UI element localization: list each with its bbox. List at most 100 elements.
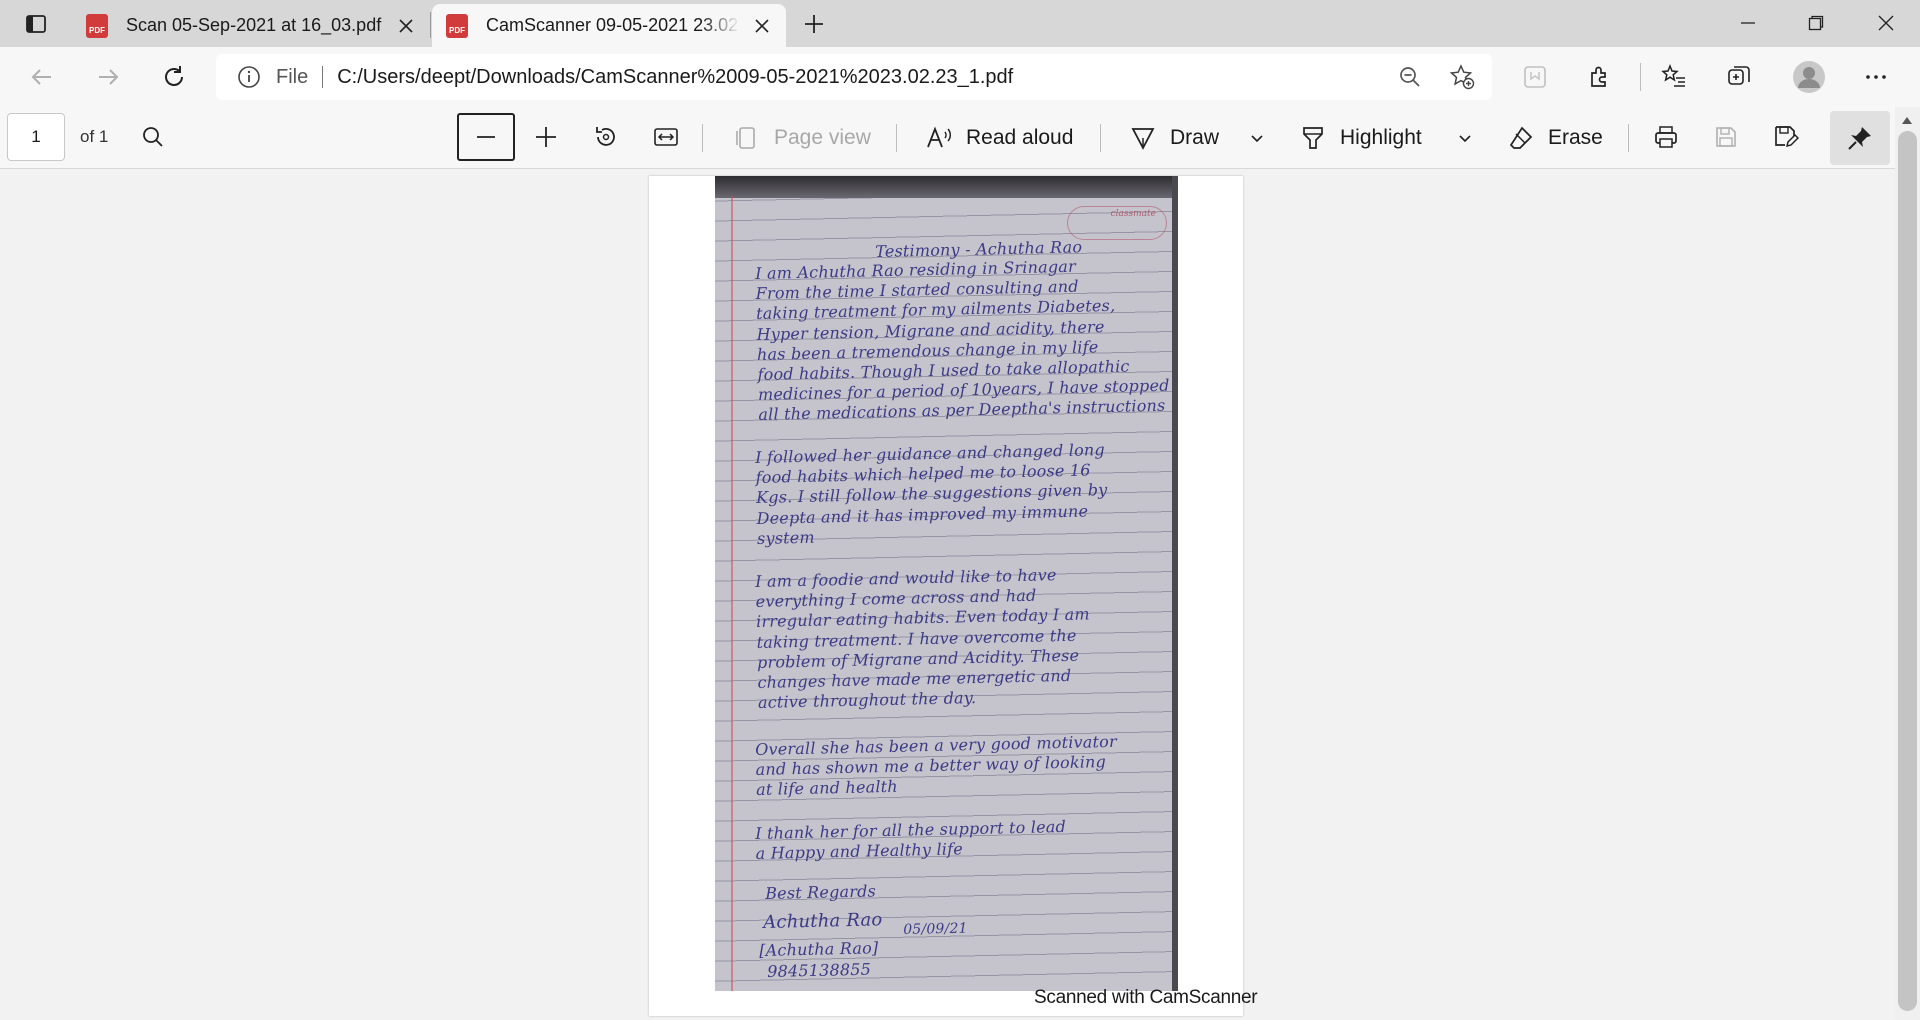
save-as-icon: [1773, 124, 1799, 150]
back-button[interactable]: [26, 61, 58, 93]
minimize-button[interactable]: [1720, 2, 1776, 44]
collections-button[interactable]: [1723, 61, 1755, 93]
scanned-letter-image: classmate Testimony - Achutha Rao I am A…: [715, 176, 1178, 991]
pdf-file-icon: PDF: [446, 13, 468, 38]
toolbar-divider: [702, 124, 703, 152]
puzzle-icon: [1587, 64, 1613, 90]
close-tab-button[interactable]: [752, 16, 772, 36]
highlight-button[interactable]: Highlight: [1298, 116, 1422, 160]
collections-icon: [1726, 64, 1752, 90]
search-icon: [141, 125, 165, 149]
draw-options-dropdown[interactable]: [1248, 129, 1266, 147]
plus-icon: [534, 125, 558, 149]
tab-actions-menu[interactable]: [16, 10, 56, 38]
favorites-button[interactable]: [1658, 61, 1690, 93]
info-icon[interactable]: [236, 64, 262, 90]
arrow-right-icon: [95, 64, 121, 90]
close-icon: [1878, 15, 1894, 31]
pdf-file-icon: PDF: [86, 13, 108, 38]
toolbar-divider: [1640, 63, 1641, 91]
extension-button-disabled[interactable]: [1519, 61, 1551, 93]
scan-dark-border: [715, 176, 1178, 198]
rotate-button[interactable]: [591, 122, 621, 152]
more-horizontal-icon: [1863, 64, 1889, 90]
pdf-viewer[interactable]: classmate Testimony - Achutha Rao I am A…: [0, 169, 1895, 1020]
letter-paragraph-1: I am Achutha Rao residing in Srinagar Fr…: [755, 256, 1170, 425]
restore-icon: [1808, 15, 1824, 31]
read-aloud-icon: [924, 123, 954, 153]
pdf-page: classmate Testimony - Achutha Rao I am A…: [649, 176, 1258, 1016]
close-tab-button[interactable]: [396, 16, 416, 36]
vertical-scrollbar[interactable]: [1895, 107, 1920, 1020]
pin-toolbar-button[interactable]: [1830, 111, 1890, 165]
highlight-label: Highlight: [1340, 126, 1422, 149]
address-divider: [322, 66, 324, 88]
letter-paragraph-3: I am a foodie and would like to have eve…: [755, 565, 1090, 713]
chevron-down-icon: [1458, 131, 1472, 145]
find-button[interactable]: [138, 122, 168, 152]
tab-scan-pdf[interactable]: PDF Scan 05-Sep-2021 at 16_03.pdf: [72, 4, 430, 47]
page-total: of 1: [80, 127, 109, 146]
add-favorite-icon[interactable]: [1448, 63, 1476, 91]
draw-button[interactable]: Draw: [1128, 116, 1219, 160]
letter-paragraph-2: I followed her guidance and changed long…: [755, 440, 1108, 548]
eraser-icon: [1506, 123, 1536, 153]
tab-camscanner-pdf[interactable]: PDF CamScanner 09-05-2021 23.02.23_1.pdf: [432, 4, 786, 47]
profile-button[interactable]: [1791, 59, 1827, 95]
read-aloud-button[interactable]: Read aloud: [924, 116, 1073, 160]
toolbar-divider: [1100, 124, 1101, 152]
save-as-button[interactable]: [1771, 122, 1801, 152]
pin-icon: [1847, 125, 1873, 151]
tab-divider: [430, 12, 431, 38]
zoom-in-button[interactable]: [531, 122, 561, 152]
page-view-button[interactable]: Page view: [732, 116, 871, 160]
toolbar-divider: [896, 124, 897, 152]
tab-strip: PDF Scan 05-Sep-2021 at 16_03.pdf PDF Ca…: [0, 0, 1920, 47]
reader-icon: [1522, 64, 1548, 90]
new-tab-button[interactable]: [796, 8, 832, 40]
navigation-bar: File C:/Users/deept/Downloads/CamScanner…: [0, 47, 1920, 107]
pdf-toolbar: 1 of 1 Page view Read aloud Draw Highlig…: [0, 107, 1920, 169]
read-aloud-label: Read aloud: [966, 126, 1074, 149]
page-view-label: Page view: [774, 126, 871, 149]
address-bar[interactable]: File C:/Users/deept/Downloads/CamScanner…: [216, 54, 1492, 100]
plus-icon: [803, 13, 825, 35]
settings-more-button[interactable]: [1860, 61, 1892, 93]
rotate-icon: [593, 124, 619, 150]
minimize-icon: [1740, 15, 1756, 31]
forward-button[interactable]: [92, 61, 124, 93]
extensions-button[interactable]: [1584, 61, 1616, 93]
refresh-icon: [161, 64, 187, 90]
erase-button[interactable]: Erase: [1506, 116, 1603, 160]
fit-width-icon: [653, 124, 679, 150]
save-button[interactable]: [1711, 122, 1741, 152]
draw-label: Draw: [1170, 126, 1220, 149]
tab-title: Scan 05-Sep-2021 at 16_03.pdf: [126, 15, 382, 35]
page-number-input[interactable]: 1: [7, 113, 65, 161]
close-window-button[interactable]: [1858, 2, 1914, 44]
restore-button[interactable]: [1788, 2, 1844, 44]
margin-line: [731, 196, 733, 991]
highlighter-icon: [1298, 123, 1328, 153]
scrollbar-thumb[interactable]: [1898, 131, 1917, 1011]
favorites-list-icon: [1661, 64, 1687, 90]
zoom-indicator-icon[interactable]: [1396, 63, 1424, 91]
tab-actions-icon: [25, 13, 47, 35]
toolbar-divider: [1628, 124, 1629, 152]
arrow-left-icon: [29, 64, 55, 90]
scroll-up-arrow[interactable]: [1901, 115, 1913, 125]
chevron-down-icon: [1250, 131, 1264, 145]
minus-icon: [475, 126, 497, 148]
avatar: [1792, 60, 1826, 94]
refresh-button[interactable]: [158, 61, 190, 93]
draw-pen-icon: [1128, 123, 1158, 153]
tab-title: CamScanner 09-05-2021 23.02.23_1.pdf: [486, 15, 740, 35]
fit-to-width-button[interactable]: [651, 122, 681, 152]
highlight-options-dropdown[interactable]: [1456, 129, 1474, 147]
camscanner-watermark: Scanned with CamScanner: [1034, 987, 1258, 1008]
scan-edge-shadow: [1172, 176, 1178, 991]
printer-icon: [1653, 124, 1679, 150]
url-text[interactable]: C:/Users/deept/Downloads/CamScanner%2009…: [337, 66, 1013, 89]
zoom-out-button[interactable]: [457, 113, 515, 161]
print-button[interactable]: [1651, 122, 1681, 152]
